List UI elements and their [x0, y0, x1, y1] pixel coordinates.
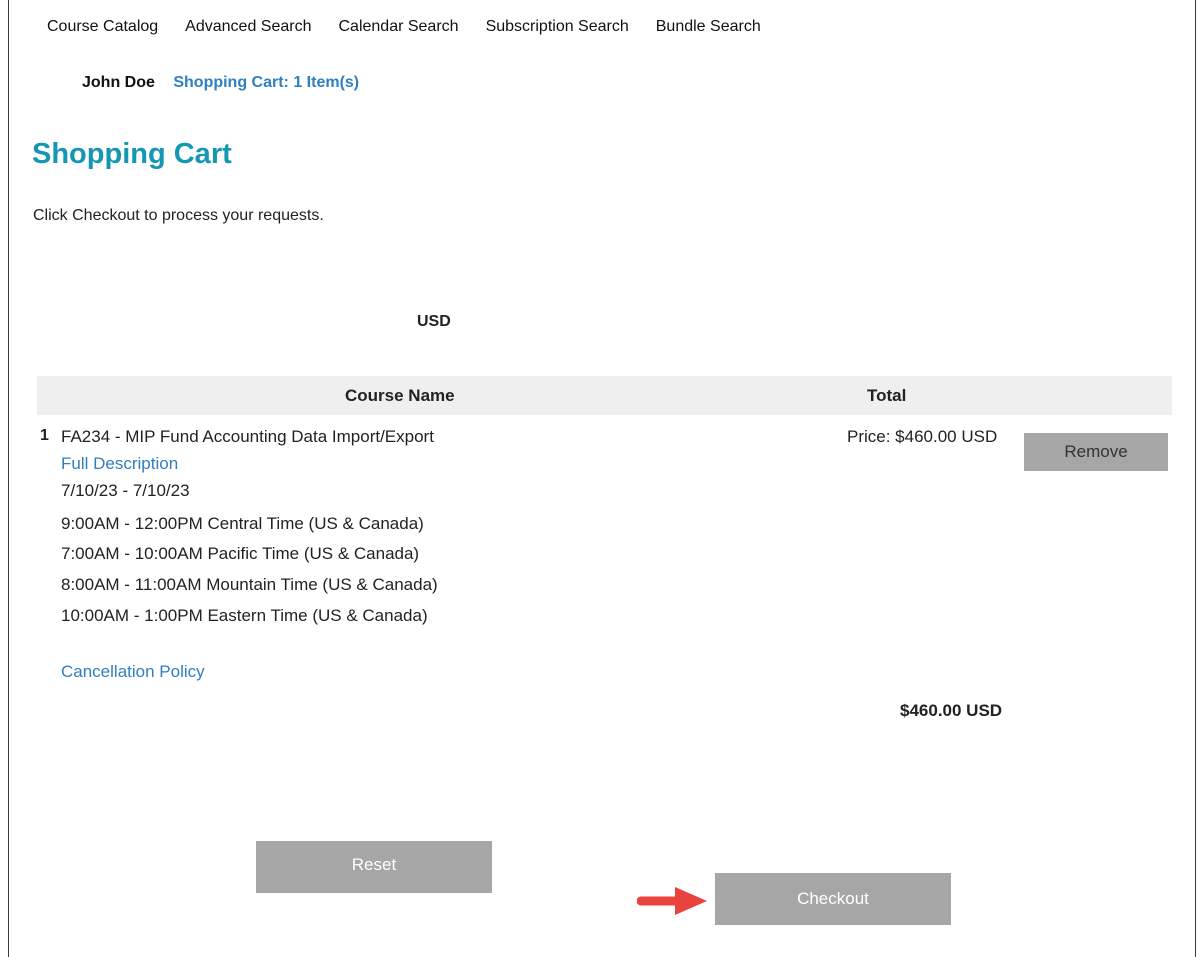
time-central: 9:00AM - 12:00PM Central Time (US & Cana… [61, 514, 424, 533]
currency-label: USD [417, 313, 451, 330]
red-arrow-right-icon [637, 887, 707, 915]
shopping-cart-link[interactable]: Shopping Cart: 1 Item(s) [173, 74, 359, 91]
cancellation-policy-link[interactable]: Cancellation Policy [61, 662, 205, 682]
reset-button[interactable]: Reset [256, 841, 492, 893]
course-dates: 7/10/23 - 7/10/23 [61, 481, 190, 500]
checkout-button[interactable]: Checkout [715, 873, 951, 925]
top-nav: Course Catalog Advanced Search Calendar … [47, 18, 788, 36]
time-pacific: 7:00AM - 10:00AM Pacific Time (US & Cana… [61, 544, 420, 563]
table-header: Course Name Total [37, 376, 1172, 415]
row-number: 1 [40, 427, 49, 444]
user-bar: John Doe Shopping Cart: 1 Item(s) [82, 74, 359, 92]
column-header-total: Total [867, 386, 907, 405]
grand-total: $460.00 USD [900, 701, 1003, 720]
user-name: John Doe [82, 74, 155, 91]
full-description-link[interactable]: Full Description [61, 454, 178, 474]
course-title: FA234 - MIP Fund Accounting Data Import/… [61, 427, 434, 446]
time-mountain: 8:00AM - 11:00AM Mountain Time (US & Can… [61, 575, 438, 594]
nav-course-catalog[interactable]: Course Catalog [47, 18, 158, 36]
nav-bundle-search[interactable]: Bundle Search [656, 18, 761, 36]
item-price: Price: $460.00 USD [847, 427, 998, 446]
nav-subscription-search[interactable]: Subscription Search [486, 18, 629, 36]
intro-text: Click Checkout to process your requests. [33, 207, 324, 224]
time-eastern: 10:00AM - 1:00PM Eastern Time (US & Cana… [61, 606, 428, 625]
nav-advanced-search[interactable]: Advanced Search [185, 18, 311, 36]
page-title: Shopping Cart [32, 138, 232, 170]
column-header-course-name: Course Name [345, 386, 455, 405]
remove-button[interactable]: Remove [1024, 433, 1168, 471]
nav-calendar-search[interactable]: Calendar Search [338, 18, 458, 36]
